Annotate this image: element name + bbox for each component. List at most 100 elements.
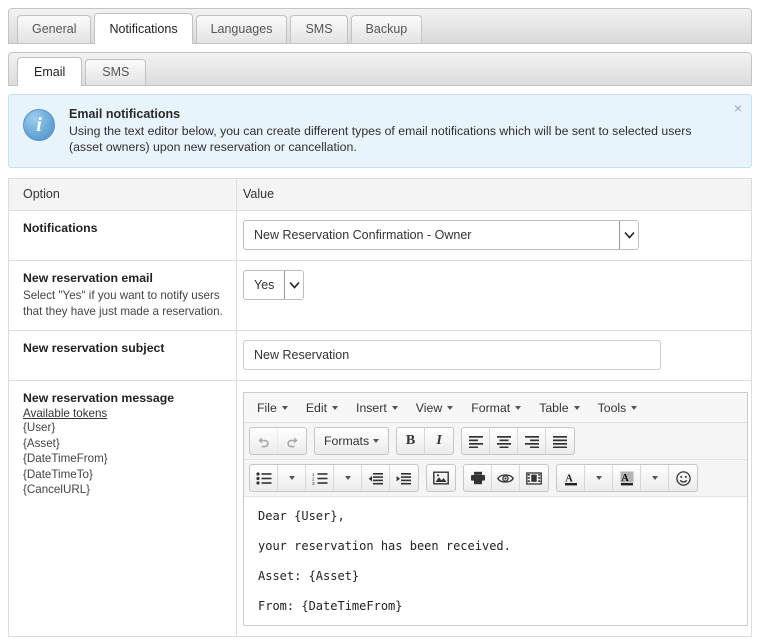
formats-dropdown[interactable]: Formats	[315, 428, 388, 454]
chevron-down-icon	[373, 439, 380, 443]
table-row: New reservation message Available tokens…	[9, 381, 751, 637]
menu-table-label: Table	[539, 400, 569, 415]
color-button-group: A A	[556, 464, 698, 492]
chevron-down-icon	[344, 476, 351, 480]
menu-table[interactable]: Table	[530, 397, 588, 419]
editor-paragraph: Dear {User},	[258, 509, 345, 523]
formats-label: Formats	[324, 434, 370, 448]
outdent-icon[interactable]	[362, 465, 390, 491]
tab-general[interactable]: General	[17, 15, 92, 43]
token-item: {DateTimeFrom}	[23, 452, 108, 465]
numbered-list-options-icon[interactable]	[334, 465, 362, 491]
emoticon-icon[interactable]	[669, 465, 697, 491]
alignment-button-group	[461, 427, 576, 455]
menu-file-label: File	[257, 400, 277, 415]
bullet-list-options-icon[interactable]	[278, 465, 306, 491]
align-center-icon[interactable]	[490, 428, 519, 454]
indent-icon[interactable]	[390, 465, 418, 491]
token-item: {CancelURL}	[23, 483, 91, 496]
chevron-down-icon	[332, 405, 339, 410]
editor-paragraph: From: {DateTimeFrom}	[258, 599, 403, 613]
italic-icon[interactable]: I	[425, 428, 453, 454]
close-icon[interactable]: ×	[734, 101, 742, 115]
menu-insert-label: Insert	[356, 400, 387, 415]
table-row: New reservation subject	[9, 331, 751, 381]
insert-image-icon[interactable]	[427, 465, 455, 491]
secondary-tab-bar: Email SMS	[8, 52, 752, 86]
align-left-icon[interactable]	[462, 428, 491, 454]
info-banner-body: Email notifications Using the text edito…	[69, 107, 737, 155]
redo-icon[interactable]	[278, 428, 306, 454]
text-color-icon[interactable]: A	[557, 465, 585, 491]
align-right-icon[interactable]	[518, 428, 547, 454]
formats-button-group: Formats	[314, 427, 390, 455]
bullet-list-icon[interactable]	[250, 465, 278, 491]
editor-toolbar-row-2: 123 A A	[244, 460, 747, 497]
image-button-group	[426, 464, 456, 492]
menu-tools-label: Tools	[597, 400, 627, 415]
svg-text:A: A	[621, 473, 629, 484]
numbered-list-icon[interactable]: 123	[306, 465, 334, 491]
info-banner-title: Email notifications	[69, 107, 181, 121]
row-label-new-reservation-message: New reservation message Available tokens…	[9, 381, 237, 636]
token-item: {DateTimeTo}	[23, 467, 93, 481]
info-banner: i Email notifications Using the text edi…	[8, 94, 752, 168]
print-icon[interactable]	[464, 465, 492, 491]
background-color-options-icon[interactable]	[641, 465, 669, 491]
table-header-row: Option Value	[9, 179, 751, 211]
chevron-down-icon	[631, 405, 638, 410]
info-banner-text: Using the text editor below, you can cre…	[69, 124, 692, 154]
text-style-button-group: B I	[396, 427, 455, 455]
editor-paragraph: your reservation has been received.	[258, 539, 511, 553]
header-option: Option	[9, 179, 237, 210]
notifications-select[interactable]: New Reservation Confirmation - Owner	[243, 220, 639, 250]
option-help-text: Select "Yes" if you want to notify users…	[23, 289, 223, 318]
row-value-new-reservation-email: Yes	[237, 261, 751, 330]
subtab-email[interactable]: Email	[17, 57, 83, 86]
chevron-down-icon	[281, 405, 288, 410]
chevron-down-icon	[573, 405, 580, 410]
align-justify-icon[interactable]	[546, 428, 574, 454]
option-label: New reservation message	[23, 391, 175, 405]
text-color-options-icon[interactable]	[585, 465, 613, 491]
row-value-new-reservation-message: File Edit Insert View Format Table Tools…	[237, 381, 760, 636]
info-icon: i	[23, 109, 55, 141]
new-reservation-subject-input[interactable]	[243, 340, 661, 370]
menu-view-label: View	[415, 400, 443, 415]
row-value-new-reservation-subject	[237, 331, 751, 380]
undo-icon[interactable]	[250, 428, 278, 454]
new-reservation-email-select[interactable]: Yes	[243, 270, 305, 300]
row-label-notifications: Notifications	[9, 211, 237, 260]
chevron-down-icon[interactable]	[619, 221, 638, 249]
tab-sms[interactable]: SMS	[290, 15, 348, 43]
token-item: {User}	[23, 421, 56, 434]
chevron-down-icon	[447, 405, 454, 410]
editor-content-area[interactable]: Dear {User}, your reservation has been r…	[244, 497, 747, 625]
chevron-down-icon[interactable]	[284, 271, 304, 299]
menu-view[interactable]: View	[407, 397, 462, 419]
token-item: {Asset}	[23, 436, 60, 450]
bold-icon[interactable]: B	[397, 428, 426, 454]
notifications-select-value: New Reservation Confirmation - Owner	[254, 228, 472, 242]
menu-format-label: Format	[471, 400, 511, 415]
tab-notifications[interactable]: Notifications	[94, 13, 193, 44]
menu-format[interactable]: Format	[462, 397, 530, 419]
available-tokens-link[interactable]: Available tokens	[23, 407, 224, 420]
primary-tab-bar: General Notifications Languages SMS Back…	[8, 8, 752, 44]
menu-insert[interactable]: Insert	[347, 397, 407, 419]
table-row: Notifications New Reservation Confirmati…	[9, 211, 751, 261]
chevron-down-icon	[515, 405, 522, 410]
insert-media-icon[interactable]	[520, 465, 548, 491]
menu-tools[interactable]: Tools	[589, 397, 647, 419]
menu-edit[interactable]: Edit	[297, 397, 347, 419]
subtab-sms[interactable]: SMS	[85, 59, 147, 85]
options-table: Option Value Notifications New Reservati…	[8, 178, 752, 637]
tab-languages[interactable]: Languages	[195, 15, 288, 43]
row-label-new-reservation-subject: New reservation subject	[9, 331, 237, 380]
editor-paragraph: Asset: {Asset}	[258, 569, 360, 583]
tab-backup[interactable]: Backup	[350, 15, 423, 43]
menu-file[interactable]: File	[248, 397, 297, 419]
background-color-icon[interactable]: A	[613, 465, 641, 491]
new-reservation-email-value: Yes	[254, 278, 275, 292]
preview-icon[interactable]	[492, 465, 520, 491]
